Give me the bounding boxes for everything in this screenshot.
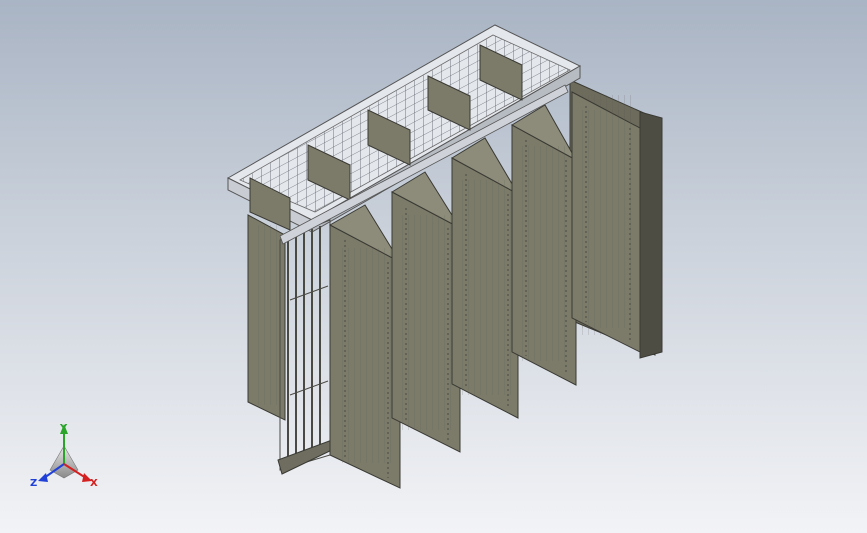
y-axis-label: Y	[59, 423, 68, 434]
panel-3[interactable]	[450, 137, 520, 419]
panel-5[interactable]	[571, 91, 641, 353]
panel-1[interactable]	[328, 204, 402, 489]
z-axis-label: Z	[30, 478, 37, 489]
left-end-plate	[247, 214, 286, 421]
bar-rack	[277, 219, 337, 475]
cad-viewport[interactable]: Y X Z	[0, 0, 867, 533]
model-canvas[interactable]: Y X Z	[0, 0, 867, 533]
z-axis-arrow	[38, 473, 48, 482]
orientation-triad[interactable]: Y X Z	[30, 423, 98, 489]
x-axis-label: X	[90, 478, 98, 489]
panel-2[interactable]	[390, 171, 462, 453]
panel-4[interactable]	[510, 104, 578, 386]
